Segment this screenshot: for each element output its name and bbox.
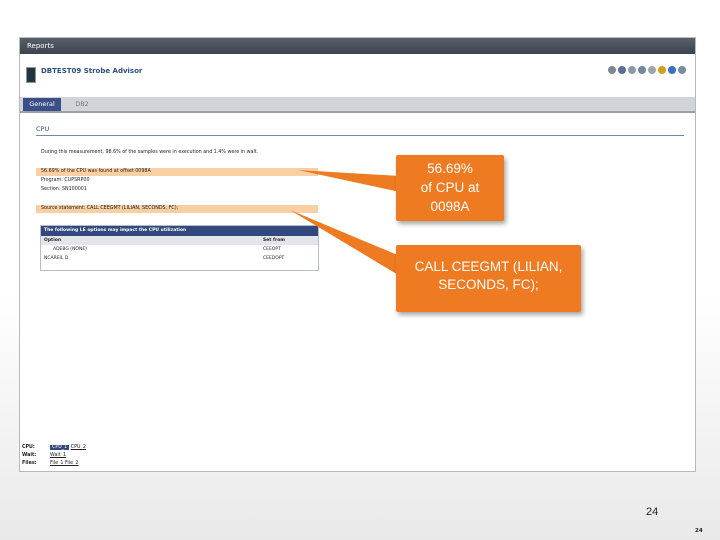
callout-line: CALL CEEGMT (LILIAN,	[414, 259, 563, 274]
cpu-2-link[interactable]: CPU_2	[71, 445, 86, 450]
le-table-title: The following LE options may impact the …	[41, 226, 318, 236]
option-cell: ADEBG (NONE)	[53, 247, 87, 252]
help-icon[interactable]	[668, 66, 676, 74]
files-label: Files:	[22, 461, 37, 466]
toolbar	[608, 66, 686, 74]
table-row: ADEBG (NONE) CEEOPT	[41, 245, 318, 254]
cpu-offset-row: 56.69% of the CPU was found at offset 00…	[36, 168, 318, 176]
table-row: NCAREIL D CEEDOPT	[41, 254, 318, 263]
program-row: Program: CUPSRP00	[41, 178, 90, 183]
folder-icon[interactable]	[618, 66, 626, 74]
intro-text: During this measurement, 98.6% of the sa…	[41, 150, 259, 155]
screenshot-window: Reports DBTEST09 Strobe Advisor General …	[19, 37, 696, 472]
app-logo-icon	[26, 67, 36, 83]
menu-bar: Reports	[20, 38, 695, 54]
printer-icon[interactable]	[608, 66, 616, 74]
cpu-label: CPU:	[22, 445, 35, 450]
le-options-table: The following LE options may impact the …	[40, 225, 319, 271]
section-divider	[36, 135, 684, 136]
col-setfrom: Set from	[263, 238, 285, 243]
section-row: Section: SN100001	[41, 187, 87, 192]
wait-link[interactable]: Wait_1	[50, 452, 66, 460]
tab-db2[interactable]: DB2	[63, 98, 101, 111]
settings-icon[interactable]	[648, 66, 656, 74]
tab-bar: General DB2	[20, 97, 695, 113]
menu-reports[interactable]: Reports	[20, 42, 54, 50]
app-header: DBTEST09 Strobe Advisor	[20, 54, 695, 98]
col-option: Option	[44, 238, 62, 243]
slide-page-number-small: 24	[695, 528, 703, 534]
setfrom-cell: CEEOPT	[263, 247, 281, 252]
callout-source-statement: CALL CEEGMT (LILIAN, SECONDS, FC);	[396, 245, 581, 312]
report-content: CPU During this measurement, 98.6% of th…	[20, 113, 695, 433]
le-table-header: Option Set from	[41, 236, 318, 245]
info-icon[interactable]	[678, 66, 686, 74]
callout-line: 56.69%	[427, 161, 473, 176]
files-links[interactable]: File_1 File_2	[50, 460, 78, 468]
setfrom-cell: CEEDOPT	[263, 256, 285, 261]
refresh-icon[interactable]	[628, 66, 636, 74]
callout-line: 0098A	[430, 199, 470, 214]
app-title: DBTEST09 Strobe Advisor	[41, 67, 143, 75]
callout-line: of CPU at	[420, 180, 480, 195]
callout-cpu-offset: 56.69% of CPU at 0098A	[396, 155, 504, 221]
callout-line: SECONDS, FC);	[438, 277, 539, 292]
source-statement-row: Source statement: CALL CEEGMT (LILIAN, S…	[36, 205, 318, 213]
slide-page-number: 24	[646, 506, 659, 518]
wait-label: Wait:	[22, 453, 37, 458]
cpu-1-link[interactable]: CPU_1	[50, 445, 70, 450]
tab-general[interactable]: General	[23, 98, 61, 111]
cpu-links: CPU_1 CPU_2	[50, 444, 86, 452]
star-icon[interactable]	[658, 66, 666, 74]
section-title: CPU	[36, 125, 50, 133]
export-icon[interactable]	[638, 66, 646, 74]
option-cell: NCAREIL D	[44, 256, 69, 261]
